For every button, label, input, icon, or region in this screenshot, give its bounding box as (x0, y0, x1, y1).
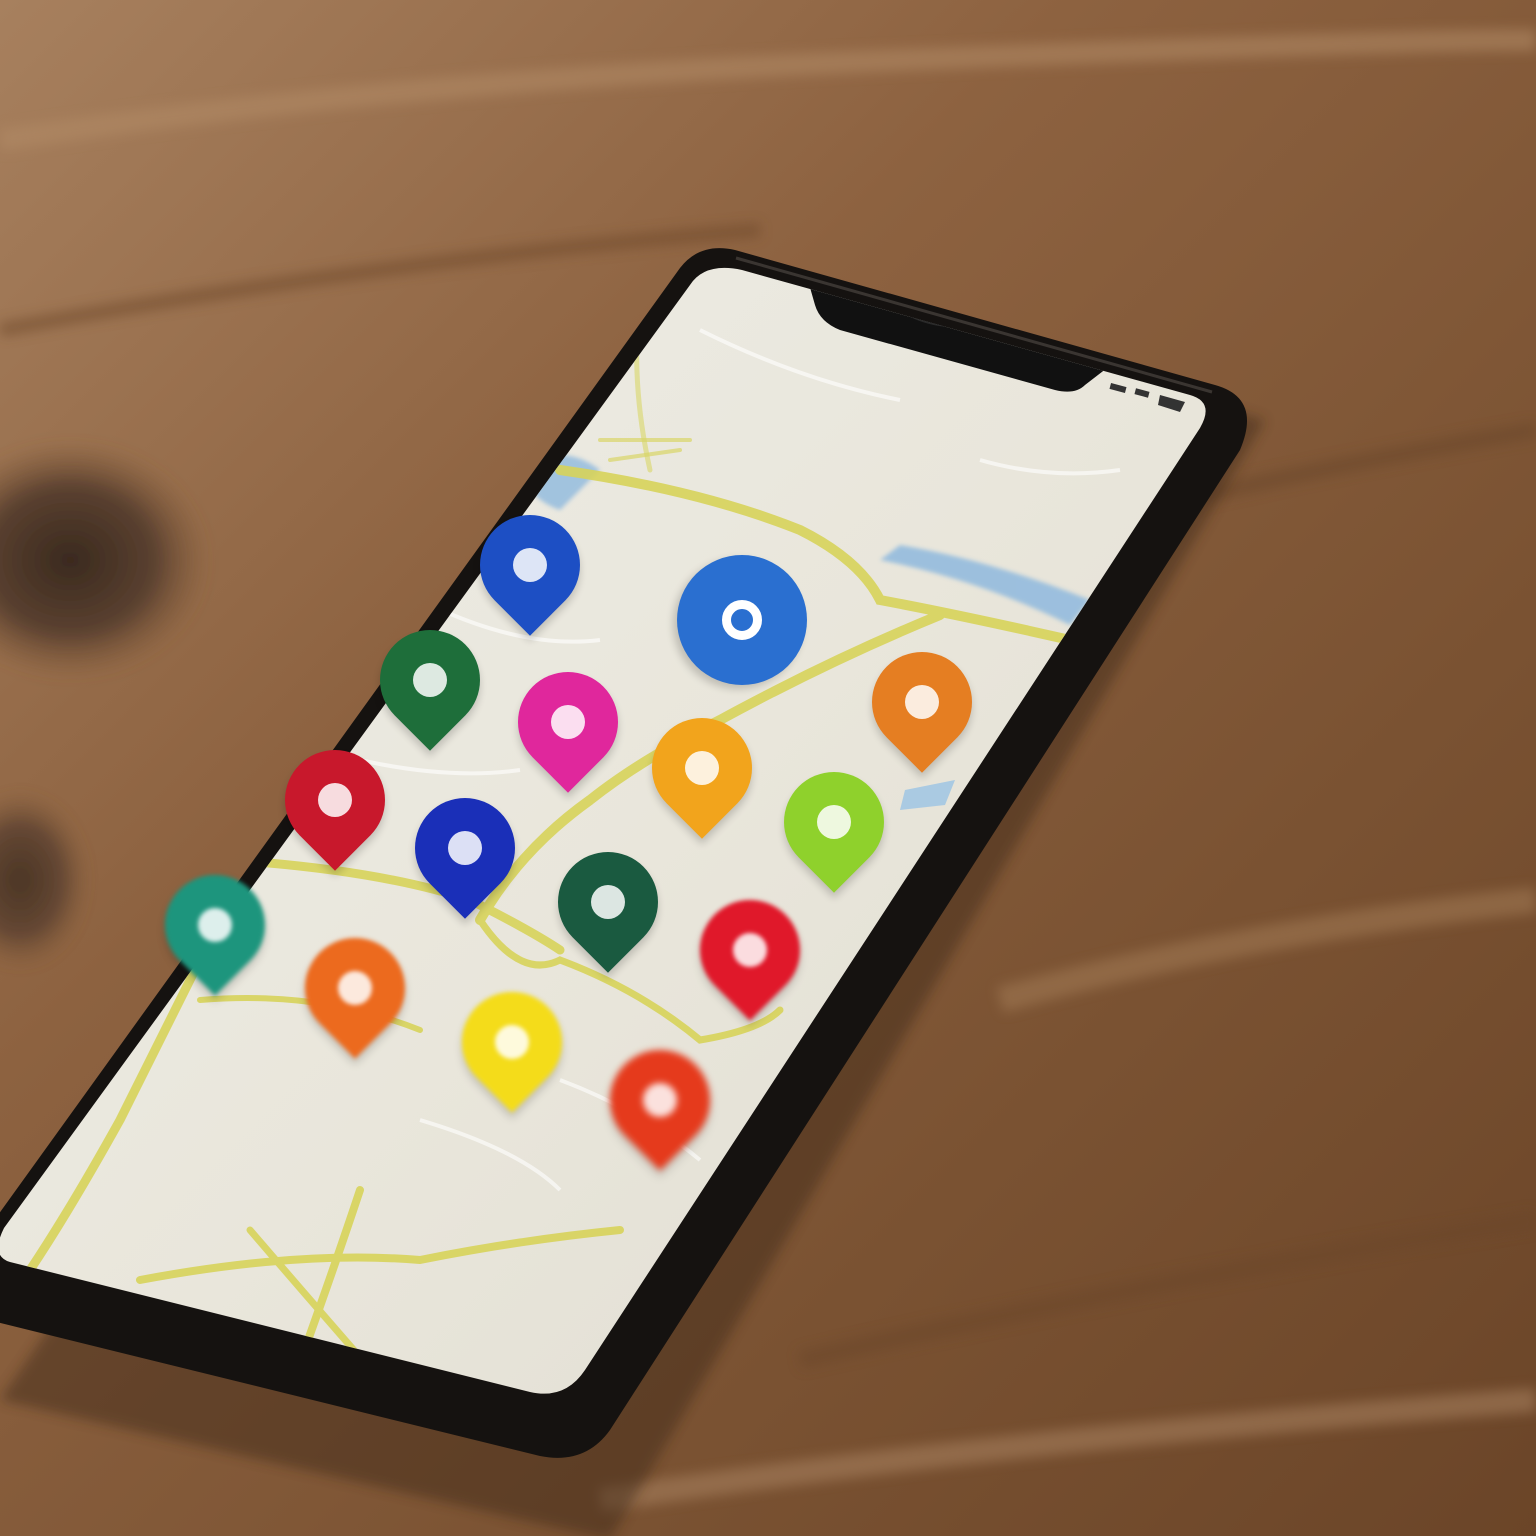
photo-scene (0, 0, 1536, 1536)
